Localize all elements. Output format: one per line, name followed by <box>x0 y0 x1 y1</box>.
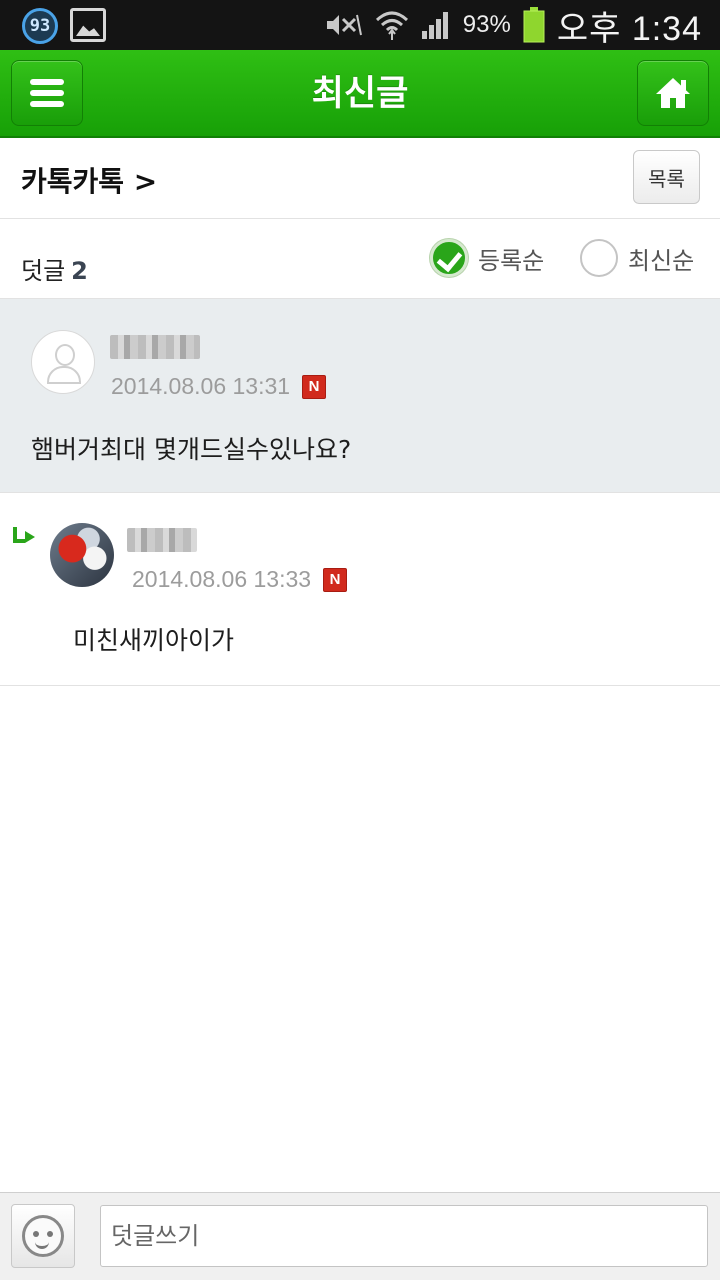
reply-comment-item[interactable]: 2014.08.06 13:33 N 미친새끼아이가 <box>0 493 720 686</box>
comment-item[interactable]: 2014.08.06 13:31 N 햄버거최대 몇개드실수있나요? <box>0 299 720 493</box>
blurred-nickname <box>110 335 200 359</box>
mute-icon <box>325 11 363 39</box>
home-button[interactable] <box>637 60 709 126</box>
board-name-link[interactable]: 카톡카톡 > <box>21 160 157 200</box>
comment-meta: 2014.08.06 13:31 N <box>111 373 327 400</box>
status-bar-right: 93% 오후 1:34 <box>325 0 702 50</box>
sort-by-registration[interactable]: 등록순 <box>430 239 544 277</box>
emoticon-button[interactable] <box>11 1204 75 1268</box>
board-header: 카톡카톡 > 목록 <box>0 138 720 219</box>
avatar[interactable] <box>50 523 114 587</box>
comment-meta: 2014.08.06 13:33 N <box>132 566 348 593</box>
default-avatar-icon[interactable] <box>31 330 95 394</box>
comment-count: 덧글 2 <box>21 251 88 286</box>
comment-input[interactable] <box>100 1205 708 1267</box>
page-title: 최신글 <box>311 74 409 114</box>
radio-checked-icon[interactable] <box>430 239 468 277</box>
comment-text: 미친새끼아이가 <box>73 626 235 655</box>
sort-option-label: 최신순 <box>628 246 695 275</box>
gallery-icon <box>70 8 106 42</box>
reply-arrow-icon <box>13 527 35 545</box>
emoticon-icon <box>22 1215 64 1257</box>
comment-date: 2014.08.06 13:33 <box>132 566 312 592</box>
status-bar: 93 93% 오후 1:34 <box>0 0 720 50</box>
comment-count-number: 2 <box>71 257 88 285</box>
comment-text: 햄버거최대 몇개드실수있나요? <box>31 435 352 464</box>
app-bar: 최신글 <box>0 50 720 138</box>
blurred-nickname <box>127 528 197 552</box>
home-icon <box>656 78 690 108</box>
status-time: 오후 1:34 <box>556 9 702 48</box>
sort-option-label: 등록순 <box>478 246 545 275</box>
battery-percent: 93% <box>462 11 511 38</box>
battery-icon <box>523 7 545 43</box>
list-button[interactable]: 목록 <box>633 150 700 204</box>
new-badge-icon: N <box>323 567 348 592</box>
comment-header: 덧글 2 등록순 최신순 <box>0 219 720 299</box>
new-badge-icon: N <box>302 374 327 399</box>
comment-date: 2014.08.06 13:31 <box>111 373 291 399</box>
sort-by-newest[interactable]: 최신순 <box>580 239 694 277</box>
signal-icon <box>421 11 451 39</box>
notification-count-icon: 93 <box>22 8 58 44</box>
radio-unchecked-icon[interactable] <box>580 239 618 277</box>
comment-input-bar <box>0 1192 720 1280</box>
hamburger-icon <box>30 79 64 107</box>
wifi-icon <box>375 10 409 40</box>
comment-count-label: 덧글 <box>21 257 66 285</box>
menu-button[interactable] <box>11 60 83 126</box>
